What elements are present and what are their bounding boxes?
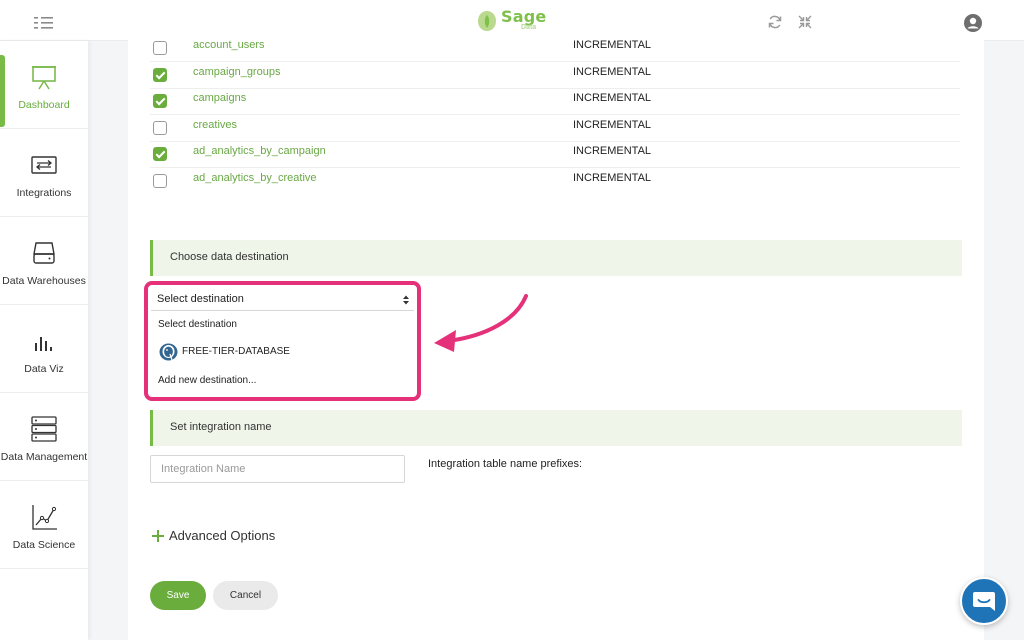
table-row: campaigns INCREMENTAL xyxy=(150,89,960,115)
table-row: ad_analytics_by_campaign INCREMENTAL xyxy=(150,142,960,168)
stream-name[interactable]: campaigns xyxy=(193,92,246,104)
section-header-integration-name: Set integration name xyxy=(150,410,962,446)
replication-method: INCREMENTAL xyxy=(573,172,652,184)
logo-icon xyxy=(478,11,496,31)
line-chart-icon xyxy=(32,504,57,530)
app-logo[interactable]: Sage Data xyxy=(477,7,549,34)
bar-chart-icon xyxy=(35,336,52,351)
collapse-icon[interactable] xyxy=(797,14,813,30)
stream-checkbox[interactable] xyxy=(153,94,167,108)
stream-checkbox[interactable] xyxy=(153,68,167,82)
destination-option-add-new[interactable]: Add new destination... xyxy=(158,375,256,386)
replication-method: INCREMENTAL xyxy=(573,39,652,51)
replication-method: INCREMENTAL xyxy=(573,92,652,104)
section-title: Set integration name xyxy=(170,421,272,433)
destination-option-placeholder[interactable]: Select destination xyxy=(158,319,237,330)
sidebar-item-data-viz[interactable]: Data Viz xyxy=(0,305,88,393)
stream-checkbox[interactable] xyxy=(153,41,167,55)
server-stack-icon xyxy=(31,415,57,442)
refresh-icon[interactable] xyxy=(767,14,783,30)
sidebar-item-integrations[interactable]: Integrations xyxy=(0,129,88,217)
chat-bubble-icon xyxy=(973,592,995,611)
stream-name[interactable]: creatives xyxy=(193,119,237,131)
integration-name-input[interactable] xyxy=(150,455,405,483)
presentation-board-icon xyxy=(32,65,56,89)
table-row: creatives INCREMENTAL xyxy=(150,116,960,142)
section-header-destination: Choose data destination xyxy=(150,240,962,276)
stream-checkbox[interactable] xyxy=(153,121,167,135)
replication-method: INCREMENTAL xyxy=(573,66,652,78)
logo-subtext: Data xyxy=(521,24,537,31)
stream-name[interactable]: ad_analytics_by_creative xyxy=(193,172,317,184)
destination-option-free-tier[interactable]: FREE-TIER-DATABASE xyxy=(182,346,290,357)
sidebar-item-data-science[interactable]: Data Science xyxy=(0,481,88,569)
user-icon[interactable] xyxy=(963,13,983,33)
stream-name[interactable]: campaign_groups xyxy=(193,66,280,78)
active-indicator xyxy=(0,55,5,127)
plus-icon xyxy=(152,529,164,542)
advanced-options-label: Advanced Options xyxy=(169,528,276,543)
sidebar-item-dashboard[interactable]: Dashboard xyxy=(0,41,88,129)
save-button[interactable]: Save xyxy=(150,581,206,610)
sidebar-item-label: Data Management xyxy=(0,450,88,463)
cancel-button[interactable]: Cancel xyxy=(213,581,278,610)
destination-selected-value: Select destination xyxy=(157,293,244,305)
stream-name[interactable]: account_users xyxy=(193,39,265,51)
menu-icon[interactable] xyxy=(34,16,54,30)
postgresql-icon xyxy=(159,343,178,361)
stream-checkbox[interactable] xyxy=(153,147,167,161)
sidebar-item-label: Data Viz xyxy=(24,362,64,375)
table-prefix-label: Integration table name prefixes: xyxy=(428,458,583,470)
swap-arrows-icon xyxy=(31,155,57,174)
replication-method: INCREMENTAL xyxy=(573,145,652,157)
hard-drive-icon xyxy=(33,241,55,264)
sidebar: Dashboard Integrations Data Warehouses D… xyxy=(0,41,88,640)
table-row: ad_analytics_by_creative INCREMENTAL xyxy=(150,169,960,195)
sidebar-item-label: Integrations xyxy=(16,186,72,199)
table-row: campaign_groups INCREMENTAL xyxy=(150,63,960,89)
sidebar-item-label: Data Warehouses xyxy=(2,274,86,287)
sidebar-item-label: Data Science xyxy=(12,538,76,551)
stream-checkbox[interactable] xyxy=(153,174,167,188)
replication-method: INCREMENTAL xyxy=(573,119,652,131)
top-bar: Sage Data xyxy=(0,0,1024,41)
sidebar-item-data-management[interactable]: Data Management xyxy=(0,393,88,481)
integration-form-card: account_users INCREMENTAL campaign_group… xyxy=(128,38,984,640)
section-title: Choose data destination xyxy=(170,251,289,263)
chat-launcher[interactable] xyxy=(960,577,1008,625)
sidebar-item-data-warehouses[interactable]: Data Warehouses xyxy=(0,217,88,305)
annotation-arrow-icon xyxy=(434,294,528,352)
sidebar-item-label: Dashboard xyxy=(18,98,70,111)
advanced-options-toggle[interactable]: Advanced Options xyxy=(152,528,275,543)
select-arrows-icon xyxy=(403,295,409,305)
destination-dropdown: Select destination Select destination FR… xyxy=(144,281,421,401)
stream-name[interactable]: ad_analytics_by_campaign xyxy=(193,145,326,157)
table-row: account_users INCREMENTAL xyxy=(150,36,960,62)
destination-select[interactable]: Select destination xyxy=(151,289,414,311)
